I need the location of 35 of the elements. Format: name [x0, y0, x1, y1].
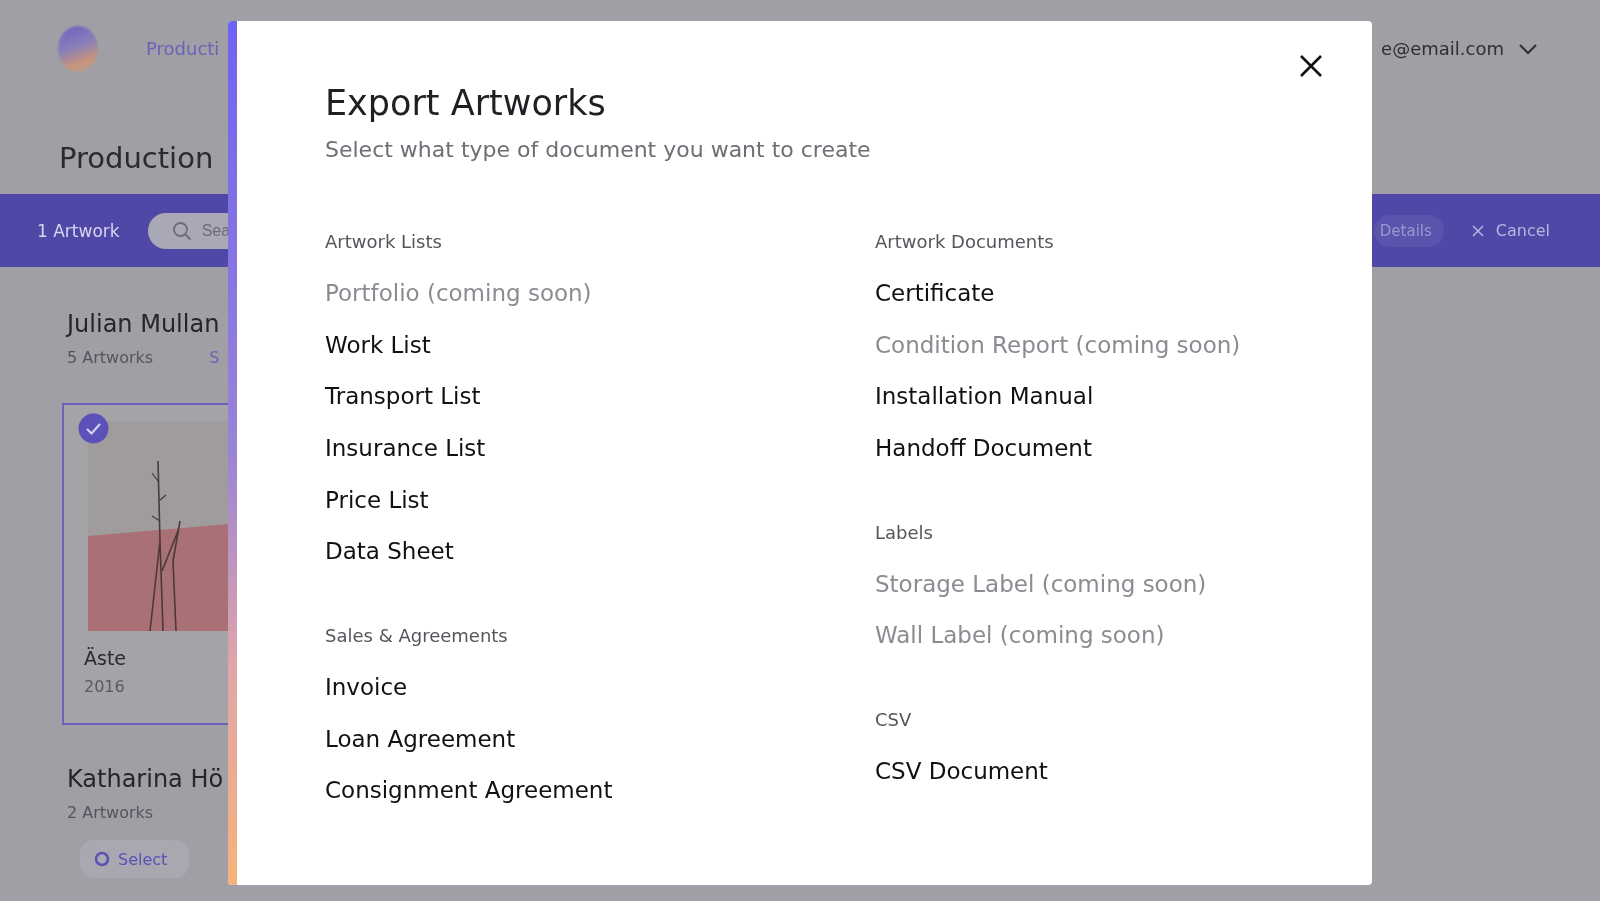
- check-icon[interactable]: [78, 413, 109, 444]
- artwork-count: 5 Artworks: [67, 348, 154, 367]
- page-title: Production: [59, 141, 214, 177]
- artist-name: Katharina Hö: [67, 765, 224, 793]
- document-option[interactable]: Loan Agreement: [325, 712, 516, 765]
- artwork-title: Äste: [84, 647, 128, 669]
- circle-icon: [94, 851, 110, 867]
- search-icon: [171, 220, 192, 241]
- document-option[interactable]: Handoff Document: [875, 422, 1092, 474]
- document-option[interactable]: Insurance List: [325, 422, 486, 474]
- section-heading: Labels: [875, 520, 934, 545]
- dialog-subtitle: Select what type of document you want to create: [325, 137, 872, 162]
- section-heading: Artwork Documents: [875, 230, 1055, 254]
- document-option[interactable]: Consignment Agreement: [325, 764, 613, 817]
- document-option[interactable]: CSV Document: [875, 745, 1048, 797]
- artwork-count: 2 Artworks: [67, 803, 154, 822]
- section-heading: CSV: [875, 708, 913, 733]
- artwork-year: 2016: [84, 677, 126, 696]
- document-option[interactable]: Work List: [325, 318, 431, 371]
- document-option[interactable]: Transport List: [325, 370, 481, 423]
- document-option[interactable]: Price List: [325, 473, 429, 526]
- document-option[interactable]: Data Sheet: [325, 525, 454, 578]
- document-option[interactable]: Installation Manual: [875, 370, 1094, 423]
- dialog-title: Export Artworks: [325, 82, 607, 125]
- cancel-button[interactable]: Cancel: [1465, 220, 1556, 241]
- chevron-down-icon[interactable]: [1518, 42, 1538, 55]
- document-option[interactable]: Certificate: [875, 267, 995, 319]
- close-icon: [1471, 224, 1484, 237]
- section-heading: Sales & Agreements: [325, 624, 509, 649]
- section-heading: Artwork Lists: [325, 230, 443, 254]
- app-logo: [58, 25, 98, 72]
- selection-count: 1 Artwork: [37, 220, 120, 241]
- artist-name: Julian Mullan: [67, 310, 220, 338]
- document-option[interactable]: Invoice: [325, 661, 408, 713]
- account-email[interactable]: e@email.com: [1381, 38, 1504, 59]
